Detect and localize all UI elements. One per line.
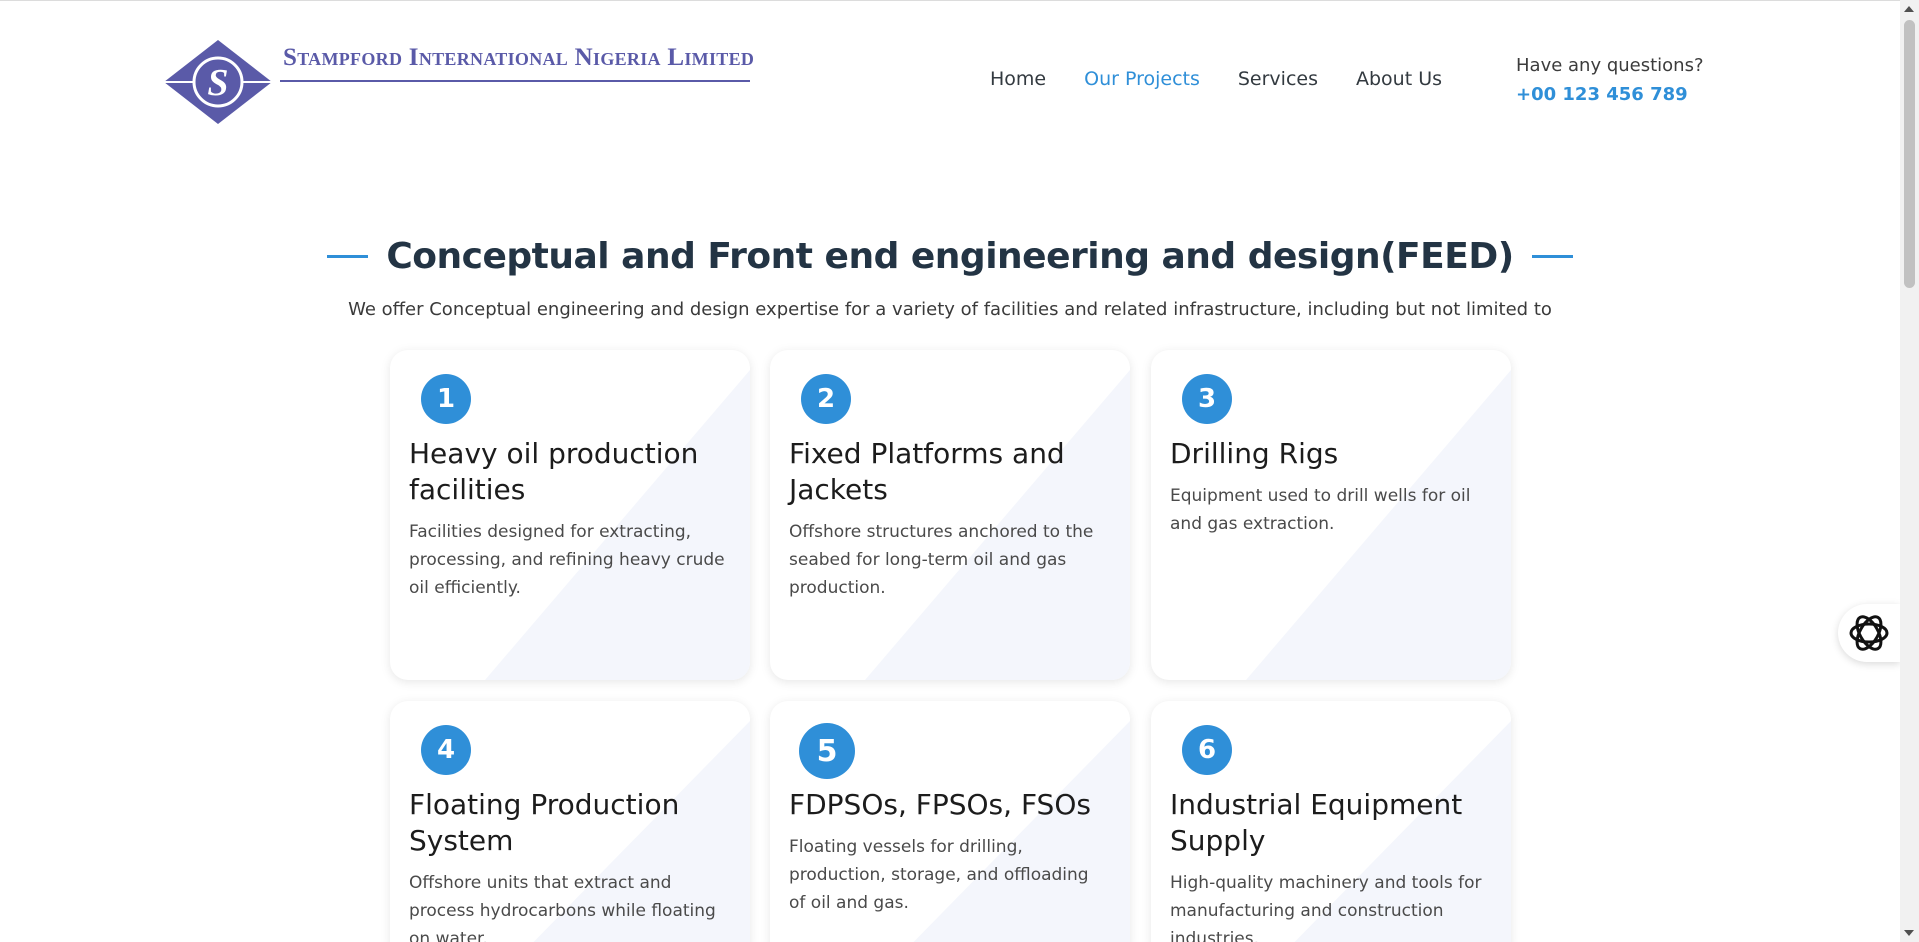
brand-logo[interactable]: S Stampford International Nigeria Limite…: [162, 38, 755, 126]
card-description: Offshore structures anchored to the seab…: [789, 522, 1094, 598]
service-card[interactable]: 5 FDPSOs, FPSOs, FSOs Floating vessels f…: [770, 701, 1130, 942]
header-contact: Have any questions? +00 123 456 789: [1516, 55, 1704, 105]
logo-emblem-icon: S: [164, 40, 272, 124]
title-right-line: [1531, 255, 1573, 258]
card-title: Floating Production System: [409, 788, 680, 857]
nav-our-projects[interactable]: Our Projects: [1084, 68, 1200, 90]
card-description: Equipment used to drill wells for oil an…: [1170, 486, 1471, 534]
section-title: Conceptual and Front end engineering and…: [386, 236, 1514, 277]
card-title: Heavy oil production facilities: [409, 437, 699, 506]
main-nav: Home Our Projects Services About Us: [990, 68, 1480, 90]
brand-underline: [280, 80, 750, 82]
card-description: Facilities designed for extracting, proc…: [409, 522, 725, 598]
card-title: FDPSOs, FPSOs, FSOs: [789, 788, 1091, 821]
card-title: Fixed Platforms and Jackets: [789, 437, 1065, 506]
contact-question: Have any questions?: [1516, 55, 1704, 76]
service-card[interactable]: 1 Heavy oil production facilities Facili…: [390, 350, 750, 680]
service-card[interactable]: 2 Fixed Platforms and Jackets Offshore s…: [770, 350, 1130, 680]
scrollbar-thumb[interactable]: [1904, 20, 1915, 288]
service-card[interactable]: 3 Drilling Rigs Equipment used to drill …: [1151, 350, 1511, 680]
ai-assistant-button[interactable]: [1838, 604, 1900, 662]
card-title: Industrial Equipment Supply: [1170, 788, 1463, 857]
card-number-badge: 2: [801, 374, 851, 424]
card-number-badge: 3: [1182, 374, 1232, 424]
card-description: High-quality machinery and tools for man…: [1170, 873, 1482, 942]
section-heading: Conceptual and Front end engineering and…: [327, 236, 1573, 277]
section-subtitle: We offer Conceptual engineering and desi…: [348, 299, 1552, 320]
top-border: [0, 0, 1900, 1]
card-title: Drilling Rigs: [1170, 437, 1339, 470]
nav-home[interactable]: Home: [990, 68, 1046, 90]
title-left-line: [327, 255, 369, 258]
nav-services[interactable]: Services: [1238, 68, 1318, 90]
card-number-badge: 1: [421, 374, 471, 424]
card-number-badge: 5: [799, 723, 855, 779]
card-description: Offshore units that extract and process …: [409, 873, 716, 942]
card-description: Floating vessels for drilling, productio…: [789, 837, 1089, 913]
page-scrollbar[interactable]: [1900, 0, 1919, 942]
service-card[interactable]: 4 Floating Production System Offshore un…: [390, 701, 750, 942]
brand-name: Stampford International Nigeria Limited: [283, 44, 755, 71]
ai-assistant-icon: [1849, 615, 1889, 651]
service-card[interactable]: 6 Industrial Equipment Supply High-quali…: [1151, 701, 1511, 942]
nav-about-us[interactable]: About Us: [1356, 68, 1442, 90]
contact-phone-link[interactable]: +00 123 456 789: [1516, 84, 1704, 105]
card-number-badge: 6: [1182, 725, 1232, 775]
card-number-badge: 4: [421, 725, 471, 775]
svg-text:S: S: [207, 62, 228, 104]
scroll-up-arrow-icon[interactable]: [1904, 6, 1914, 12]
scroll-down-arrow-icon[interactable]: [1904, 930, 1914, 936]
